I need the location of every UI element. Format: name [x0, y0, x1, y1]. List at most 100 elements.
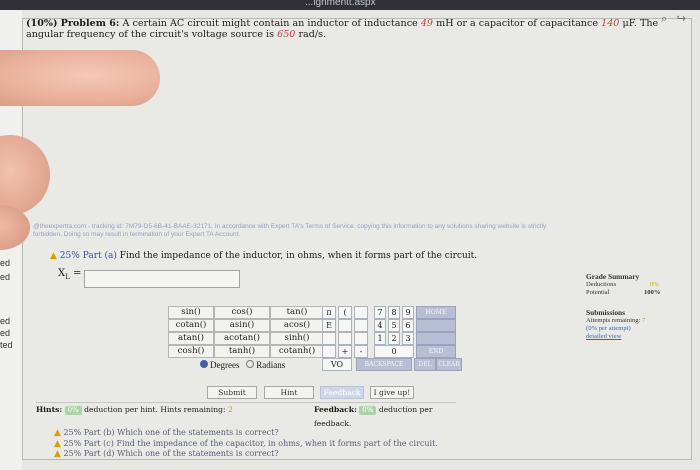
give-up-button[interactable]: I give up!: [370, 386, 414, 399]
feedback-label: Feedback:: [314, 405, 357, 414]
sub-part-item[interactable]: ▲ 25% Part (b) Which one of the statemen…: [54, 428, 438, 439]
watermark-line: @theexpertta.com - tracking id: 7M79-D5-…: [33, 223, 547, 230]
grade-summary-title: Grade Summary: [586, 272, 640, 281]
hints-text: deduction per hint. Hints remaining:: [84, 405, 226, 414]
watermark: @theexpertta.com - tracking id: 7M79-D5-…: [33, 223, 693, 239]
sub-part-text: Which one of the statements is correct?: [117, 428, 279, 437]
blank-key[interactable]: [322, 332, 336, 345]
digit-2-button[interactable]: 2: [388, 332, 400, 345]
blank-key[interactable]: [354, 332, 368, 345]
degrees-label: Degrees: [210, 360, 240, 370]
digit-9-button[interactable]: 9: [402, 306, 414, 319]
del-button[interactable]: DEL: [414, 358, 436, 371]
answer-variable: XL =: [58, 268, 81, 281]
feedback-button[interactable]: Feedback: [320, 386, 364, 399]
sub-part-pct: 25%: [63, 449, 82, 459]
digit-7-button[interactable]: 7: [374, 306, 386, 319]
atan-button[interactable]: atan(): [168, 332, 214, 345]
clear-button[interactable]: CLEAR: [436, 358, 462, 371]
acos-button[interactable]: acos(): [270, 319, 324, 332]
problem-label: Problem 6:: [60, 18, 120, 29]
sin-button[interactable]: sin(): [168, 306, 214, 319]
sub-part-item[interactable]: ▲ 25% Part (d) Which one of the statemen…: [54, 449, 438, 460]
left-margin-label: ed: [0, 258, 11, 268]
url-fragment: ...ignmentt.aspx: [305, 0, 376, 8]
blank-key[interactable]: [338, 319, 352, 332]
digit-0-button[interactable]: 0: [374, 345, 414, 358]
sub-part-item[interactable]: ▲ 25% Part (c) Find the impedance of the…: [54, 439, 438, 450]
sinh-button[interactable]: sinh(): [270, 332, 324, 345]
warning-icon: ▲: [54, 449, 61, 460]
attempts-row: Attempts remaining: 7: [586, 317, 686, 325]
potential-label: Potential: [586, 289, 610, 296]
warning-icon: ▲: [50, 251, 57, 261]
left-margin-label: ed: [0, 316, 11, 326]
blank-key[interactable]: [416, 319, 456, 332]
blank-key[interactable]: [354, 306, 368, 319]
deductions-value: 0%: [650, 281, 659, 288]
home-button[interactable]: HOME: [416, 306, 456, 319]
submit-button[interactable]: Submit: [207, 386, 257, 399]
minus-button[interactable]: -: [354, 345, 368, 358]
warning-icon: ▲: [54, 428, 61, 438]
asin-button[interactable]: asin(): [214, 319, 270, 332]
plus-button[interactable]: +: [338, 345, 352, 358]
open-paren-button[interactable]: (: [338, 306, 352, 319]
left-margin-label: ed: [0, 328, 11, 338]
problem-text-1: A certain AC circuit might contain an in…: [122, 18, 418, 29]
digit-3-button[interactable]: 3: [402, 332, 414, 345]
problem-text-5: rad/s.: [298, 29, 327, 40]
radians-radio[interactable]: [246, 360, 255, 368]
e-button[interactable]: E: [322, 319, 336, 332]
blank-key[interactable]: [354, 319, 368, 332]
acotan-button[interactable]: acotan(): [214, 332, 270, 345]
browser-top-bar: ...ignmentt.aspx: [0, 0, 700, 10]
digit-1-button[interactable]: 1: [374, 332, 386, 345]
sub-part-label: Part (b): [83, 428, 115, 437]
hints-remaining: 2: [227, 405, 233, 414]
blank-key[interactable]: [338, 332, 352, 345]
detailed-view-link[interactable]: detailed view: [586, 333, 686, 341]
digit-6-button[interactable]: 6: [402, 319, 414, 332]
sub-part-pct: 25%: [63, 438, 82, 448]
warning-icon: ▲: [54, 438, 61, 449]
angle-mode-selector: Degrees Radians: [200, 360, 285, 370]
equals-sign: =: [72, 268, 82, 279]
vo-button[interactable]: VO: [322, 358, 352, 371]
attempts-label: Attempts remaining:: [586, 317, 641, 324]
inductance-value: 49: [420, 18, 434, 29]
left-margin-label: ted: [0, 340, 13, 350]
blank-key[interactable]: [322, 345, 336, 358]
end-button[interactable]: END: [416, 345, 456, 358]
cotanh-button[interactable]: cotanh(): [270, 345, 324, 358]
radians-label: Radians: [256, 360, 286, 370]
pi-button[interactable]: π: [322, 306, 336, 319]
sub-part-text: Which one of the statements is correct?: [117, 449, 279, 459]
digit-4-button[interactable]: 4: [374, 319, 386, 332]
cosh-button[interactable]: cosh(): [168, 345, 214, 358]
problem-weight: (10%): [26, 18, 58, 29]
tan-button[interactable]: tan(): [270, 306, 324, 319]
part-a-percent: 25%: [59, 251, 80, 261]
left-margin-label: ed: [0, 272, 11, 282]
cos-button[interactable]: cos(): [214, 306, 270, 319]
backspace-button[interactable]: BACKSPACE: [356, 358, 412, 371]
hint-button[interactable]: Hint: [264, 386, 314, 399]
digit-8-button[interactable]: 8: [388, 306, 400, 319]
tanh-button[interactable]: tanh(): [214, 345, 270, 358]
blank-key[interactable]: [416, 332, 456, 345]
part-a-label: Part (a): [82, 251, 117, 261]
degrees-radio[interactable]: [200, 360, 208, 368]
potential-row: Potential 100%: [586, 289, 686, 297]
hints-label: Hints:: [36, 405, 63, 414]
omega-value: 650: [277, 29, 296, 40]
sub-part-text: Find the impedance of the capacitor, in …: [116, 438, 438, 448]
sub-part-pct: 25%: [63, 428, 82, 437]
potential-value: 100%: [644, 289, 661, 296]
grade-summary: Grade Summary Deductions 0% Potential 10…: [586, 273, 686, 341]
digit-5-button[interactable]: 5: [388, 319, 400, 332]
cotan-button[interactable]: cotan(): [168, 319, 214, 332]
watermark-line: forbidden. Doing so may result in termin…: [33, 231, 241, 238]
answer-input[interactable]: [84, 270, 240, 288]
sub-part-label: Part (c): [83, 438, 114, 448]
